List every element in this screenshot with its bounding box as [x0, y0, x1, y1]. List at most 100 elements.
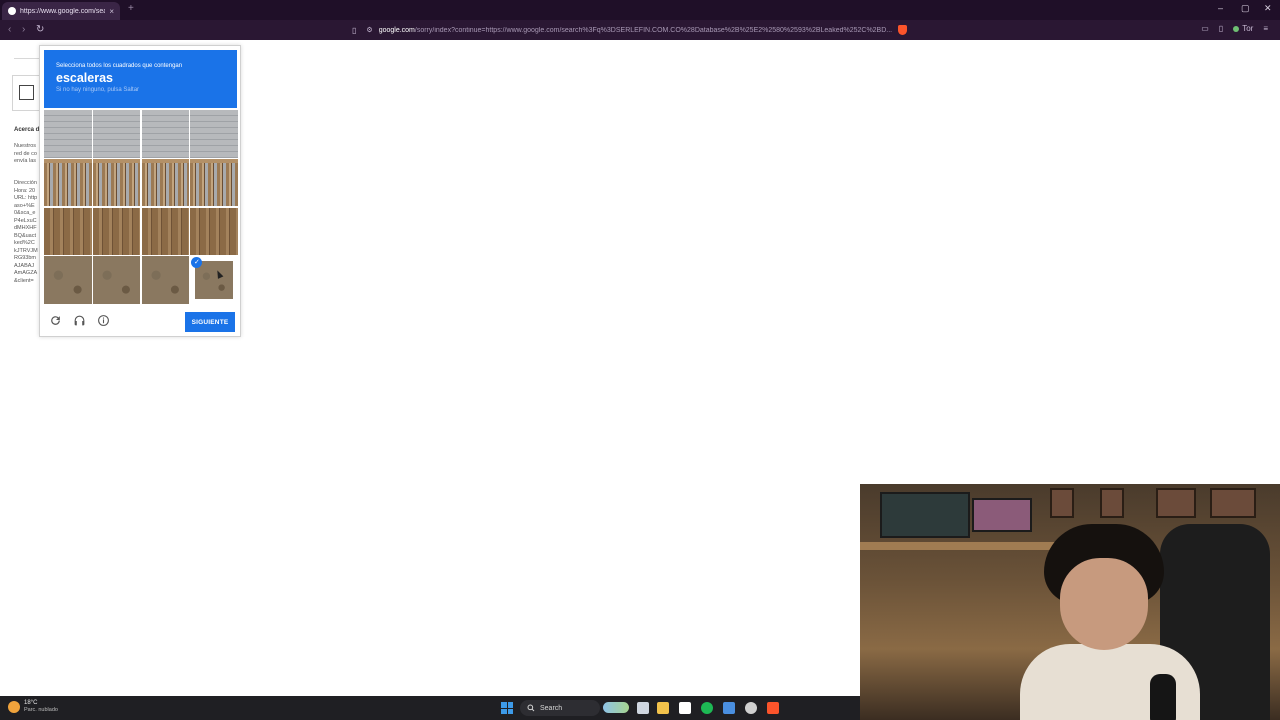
file-explorer-icon[interactable]: [657, 702, 669, 714]
new-tab-button[interactable]: +: [128, 3, 134, 14]
reload-button[interactable]: ↻: [36, 24, 44, 35]
tile-image: [92, 110, 141, 158]
tile-image: [44, 110, 92, 158]
captcha-tile[interactable]: [44, 110, 92, 158]
task-view-icon[interactable]: [637, 702, 649, 714]
captcha-tile[interactable]: [190, 158, 238, 207]
request-detail-line: RG93bm: [14, 255, 37, 261]
poster: [1210, 488, 1256, 518]
back-button[interactable]: ‹: [8, 24, 11, 35]
address-toolbar: ‹ › ↻ ▯ ⚙ google.com /sorry/index?contin…: [0, 20, 1280, 40]
request-detail-line: AmAGZA: [14, 270, 38, 276]
challenge-hint: Si no hay ninguno, pulsa Saltar: [56, 87, 140, 93]
captcha-tile[interactable]: [141, 207, 190, 256]
poster: [1100, 488, 1124, 518]
widgets-icon[interactable]: [603, 702, 629, 713]
reload-icon[interactable]: [49, 314, 62, 327]
request-detail-line: &client=: [14, 277, 34, 284]
captcha-tile[interactable]: [190, 110, 238, 158]
close-window-button[interactable]: ✕: [1264, 3, 1272, 14]
challenge-footer: SIGUIENTE: [44, 308, 237, 334]
search-icon: [527, 704, 535, 712]
poster: [1050, 488, 1074, 518]
maximize-button[interactable]: ▢: [1241, 3, 1250, 14]
captcha-tile[interactable]: [141, 110, 190, 158]
not-a-robot-checkbox[interactable]: [19, 85, 34, 100]
captcha-tile[interactable]: [44, 207, 92, 256]
captcha-tile[interactable]: ✓: [190, 256, 238, 304]
tab-google[interactable]: https://www.google.com/search? ×: [2, 2, 120, 20]
captcha-tile[interactable]: [190, 207, 238, 256]
tile-image: [141, 158, 190, 207]
about-heading: Acerca d: [14, 127, 40, 133]
tile-image: [190, 158, 238, 207]
tile-image: [44, 158, 92, 207]
poster: [1156, 488, 1196, 518]
tab-close-icon[interactable]: ×: [109, 7, 114, 16]
captcha-tile[interactable]: [141, 256, 190, 304]
minimize-button[interactable]: –: [1218, 3, 1223, 13]
challenge-instruction: Selecciona todos los cuadrados que conte…: [56, 63, 183, 69]
tile-image: [190, 110, 238, 158]
site-settings-icon[interactable]: ⚙: [366, 26, 372, 34]
recaptcha-challenge: Selecciona todos los cuadrados que conte…: [39, 45, 241, 337]
weather-desc: Parc. nublado: [24, 707, 58, 713]
url-field[interactable]: ▯ ⚙ google.com /sorry/index?continue=htt…: [352, 23, 912, 37]
captcha-tile[interactable]: [92, 256, 141, 304]
tile-image: [44, 256, 92, 304]
tab-strip: https://www.google.com/search? × + – ▢ ✕: [0, 0, 1280, 20]
brave-shields-icon[interactable]: [898, 25, 908, 35]
url-domain: google.com: [378, 26, 415, 34]
calculator-icon[interactable]: [723, 702, 735, 714]
captcha-tile[interactable]: [92, 110, 141, 158]
tile-image: [141, 256, 190, 304]
request-detail-line: URL: http: [14, 195, 38, 201]
next-button[interactable]: SIGUIENTE: [185, 312, 235, 332]
store-icon[interactable]: [679, 702, 691, 714]
taskbar: 18°C Parc. nublado Search: [0, 696, 860, 720]
captcha-tile[interactable]: [92, 158, 141, 207]
request-detail-line: Dirección: [14, 180, 37, 186]
captcha-tile[interactable]: [92, 207, 141, 256]
tor-icon: [1233, 25, 1240, 32]
about-paragraph-line: envía las: [14, 158, 37, 164]
tile-image: [195, 261, 234, 300]
search-label: Search: [540, 704, 563, 712]
obs-icon[interactable]: [745, 702, 757, 714]
tile-image: [44, 207, 92, 256]
request-detail-line: P4eLxuC: [14, 217, 37, 224]
tor-profile-button[interactable]: Tor: [1233, 24, 1253, 33]
headphones-icon[interactable]: [73, 314, 86, 327]
face: [1060, 558, 1148, 650]
monitor: [880, 492, 970, 538]
tile-image: [141, 207, 190, 256]
weather-widget[interactable]: 18°C Parc. nublado: [8, 700, 58, 714]
toolbar-actions: ▭ ▯ Tor ≡: [1201, 24, 1268, 33]
request-detail-line: dMHXHF: [14, 225, 37, 231]
about-paragraph-line: red de co: [14, 150, 37, 157]
challenge-header: Selecciona todos los cuadrados que conte…: [44, 50, 237, 108]
tile-image: [190, 207, 238, 256]
taskbar-search[interactable]: Search: [520, 700, 600, 716]
request-detail-line: 0&sca_e: [14, 210, 36, 216]
sidebar-icon[interactable]: ▯: [1219, 24, 1223, 33]
reader-mode-icon[interactable]: ▭: [1201, 24, 1209, 33]
request-detail-line: kJTRVJM: [14, 247, 38, 254]
menu-icon[interactable]: ≡: [1263, 24, 1268, 33]
streamer: [1020, 524, 1200, 720]
tab-title: https://www.google.com/search?: [20, 7, 106, 15]
bookmark-icon[interactable]: ▯: [352, 26, 356, 35]
captcha-tile[interactable]: [44, 256, 92, 304]
webcam-overlay: [860, 484, 1280, 720]
forward-button[interactable]: ›: [22, 24, 25, 35]
captcha-tile[interactable]: [141, 158, 190, 207]
tile-image: [92, 207, 141, 256]
info-icon[interactable]: [97, 314, 110, 327]
weather-temp: 18°C: [24, 700, 38, 706]
captcha-tile[interactable]: [44, 158, 92, 207]
brave-icon[interactable]: [767, 702, 779, 714]
spotify-icon[interactable]: [701, 702, 713, 714]
request-detail-line: Hora: 20: [14, 187, 36, 194]
start-button[interactable]: [501, 702, 513, 714]
url-path: /sorry/index?continue=https://www.google…: [414, 26, 893, 34]
